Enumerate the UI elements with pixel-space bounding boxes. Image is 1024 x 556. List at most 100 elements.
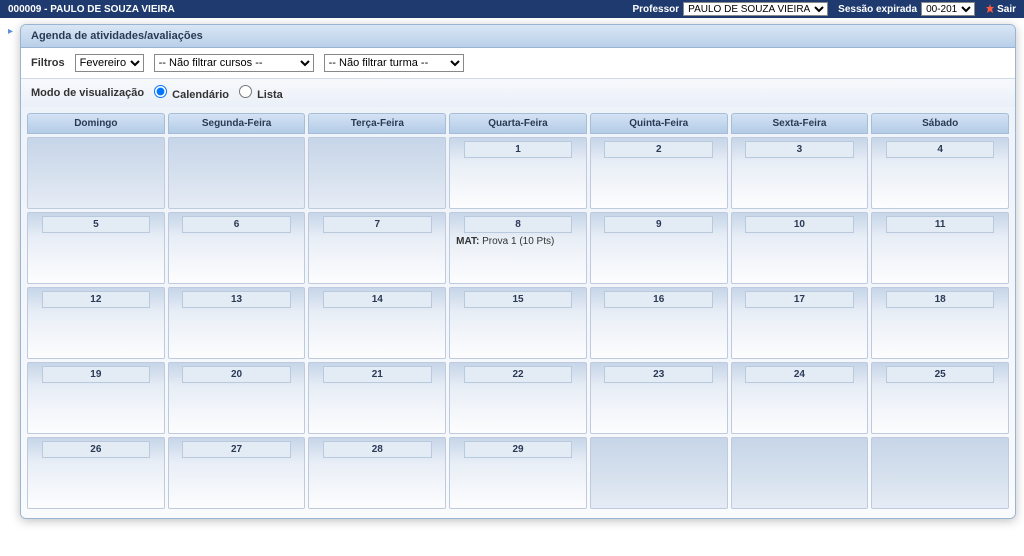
- day-number: 3: [745, 141, 854, 158]
- day-number: 6: [182, 216, 291, 233]
- calendar-cell[interactable]: 8 MAT: Prova 1 (10 Pts): [449, 212, 587, 284]
- day-number: 17: [745, 291, 854, 308]
- calendar-week-row: 19 20 21 22 23 24 25: [27, 362, 1009, 434]
- calendar-header: Quinta-Feira: [590, 113, 728, 134]
- agenda-panel: Agenda de atividades/avaliações Filtros …: [20, 24, 1016, 519]
- day-number: 13: [182, 291, 291, 308]
- calendar-cell: [590, 437, 728, 509]
- filters-label: Filtros: [31, 57, 65, 69]
- calendar-cell[interactable]: 26: [27, 437, 165, 509]
- viewmode-calendar-radio[interactable]: [154, 85, 167, 98]
- panel-header: Agenda de atividades/avaliações: [21, 25, 1015, 48]
- course-filter-select[interactable]: -- Não filtrar cursos --: [154, 54, 314, 72]
- day-number: 1: [464, 141, 573, 158]
- exit-button[interactable]: Sair: [985, 4, 1016, 15]
- exit-label: Sair: [997, 4, 1016, 15]
- calendar-week-row: 26 27 28 29: [27, 437, 1009, 509]
- day-number: 27: [182, 441, 291, 458]
- calendar-cell[interactable]: 22: [449, 362, 587, 434]
- viewmode-row: Modo de visualização Calendário Lista: [21, 79, 1015, 107]
- day-number: 25: [886, 366, 995, 383]
- day-number: 11: [886, 216, 995, 233]
- day-number: 24: [745, 366, 854, 383]
- calendar-cell[interactable]: 10: [731, 212, 869, 284]
- calendar-header: Quarta-Feira: [449, 113, 587, 134]
- collapse-arrow-icon[interactable]: ▸: [8, 26, 13, 37]
- calendar-cell[interactable]: 17: [731, 287, 869, 359]
- day-number: 15: [464, 291, 573, 308]
- viewmode-calendar-option[interactable]: Calendário: [154, 85, 229, 101]
- calendar-cell[interactable]: 23: [590, 362, 728, 434]
- calendar-cell[interactable]: 13: [168, 287, 306, 359]
- calendar-cell[interactable]: 11: [871, 212, 1009, 284]
- calendar-cell[interactable]: 2: [590, 137, 728, 209]
- day-number: 7: [323, 216, 432, 233]
- calendar-event[interactable]: MAT: Prova 1 (10 Pts): [454, 236, 582, 249]
- page-title: 000009 - PAULO DE SOUZA VIEIRA: [8, 4, 632, 15]
- day-number: 12: [42, 291, 151, 308]
- class-filter-select[interactable]: -- Não filtrar turma --: [324, 54, 464, 72]
- calendar-header: Sábado: [871, 113, 1009, 134]
- day-number: 8: [464, 216, 573, 233]
- month-filter-select[interactable]: Fevereiro: [75, 54, 144, 72]
- calendar-cell: [871, 437, 1009, 509]
- calendar-header: Segunda-Feira: [168, 113, 306, 134]
- calendar-cell[interactable]: 3: [731, 137, 869, 209]
- calendar-cell[interactable]: 18: [871, 287, 1009, 359]
- calendar-cell[interactable]: 6: [168, 212, 306, 284]
- calendar-cell[interactable]: 9: [590, 212, 728, 284]
- filters-row: Filtros Fevereiro -- Não filtrar cursos …: [21, 48, 1015, 79]
- calendar-body: 12345678MAT: Prova 1 (10 Pts)91011121314…: [27, 137, 1009, 509]
- day-number: 14: [323, 291, 432, 308]
- professor-select[interactable]: PAULO DE SOUZA VIEIRA: [683, 2, 828, 16]
- calendar-cell: [731, 437, 869, 509]
- viewmode-label: Modo de visualização: [31, 87, 144, 99]
- viewmode-list-option[interactable]: Lista: [239, 85, 283, 101]
- session-select[interactable]: 00-201: [921, 2, 975, 16]
- calendar-cell[interactable]: 28: [308, 437, 446, 509]
- day-number: 23: [604, 366, 713, 383]
- calendar-cell[interactable]: 15: [449, 287, 587, 359]
- calendar-header: Domingo: [27, 113, 165, 134]
- session-label: Sessão expirada: [838, 4, 917, 15]
- day-number: 4: [886, 141, 995, 158]
- calendar-cell[interactable]: 7: [308, 212, 446, 284]
- calendar-cell[interactable]: 12: [27, 287, 165, 359]
- calendar-week-row: 12 13 14 15 16 17 18: [27, 287, 1009, 359]
- calendar-header: Sexta-Feira: [731, 113, 869, 134]
- day-number: 16: [604, 291, 713, 308]
- calendar-header: Terça-Feira: [308, 113, 446, 134]
- calendar-cell[interactable]: 16: [590, 287, 728, 359]
- calendar-cell[interactable]: 1: [449, 137, 587, 209]
- calendar-cell[interactable]: 21: [308, 362, 446, 434]
- calendar-cell: [168, 137, 306, 209]
- viewmode-list-radio[interactable]: [239, 85, 252, 98]
- calendar-cell[interactable]: 29: [449, 437, 587, 509]
- day-number: 26: [42, 441, 151, 458]
- calendar-cell: [27, 137, 165, 209]
- calendar-cell[interactable]: 20: [168, 362, 306, 434]
- exit-icon: [985, 4, 995, 14]
- day-number: 29: [464, 441, 573, 458]
- calendar-cell[interactable]: 5: [27, 212, 165, 284]
- calendar-cell[interactable]: 14: [308, 287, 446, 359]
- day-number: 10: [745, 216, 854, 233]
- calendar-grid: DomingoSegunda-FeiraTerça-FeiraQuarta-Fe…: [21, 107, 1015, 518]
- day-number: 5: [42, 216, 151, 233]
- top-bar: 000009 - PAULO DE SOUZA VIEIRA Professor…: [0, 0, 1024, 18]
- calendar-cell[interactable]: 4: [871, 137, 1009, 209]
- calendar-header-row: DomingoSegunda-FeiraTerça-FeiraQuarta-Fe…: [27, 113, 1009, 134]
- day-number: 28: [323, 441, 432, 458]
- day-number: 22: [464, 366, 573, 383]
- calendar-cell[interactable]: 27: [168, 437, 306, 509]
- day-number: 9: [604, 216, 713, 233]
- calendar-cell[interactable]: 19: [27, 362, 165, 434]
- day-number: 21: [323, 366, 432, 383]
- page-wrap: ▸ Agenda de atividades/avaliações Filtro…: [8, 24, 1016, 519]
- day-number: 19: [42, 366, 151, 383]
- day-number: 18: [886, 291, 995, 308]
- calendar-cell[interactable]: 25: [871, 362, 1009, 434]
- calendar-cell[interactable]: 24: [731, 362, 869, 434]
- day-number: 2: [604, 141, 713, 158]
- calendar-cell: [308, 137, 446, 209]
